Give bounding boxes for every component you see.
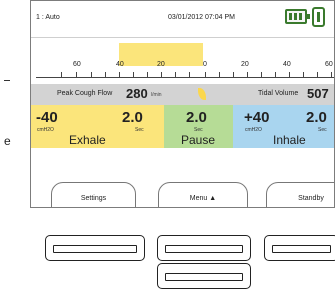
scale-tick	[331, 72, 332, 77]
flow-readout: Peak Cough Flow 280 l/min Tidal Volume 5…	[31, 84, 334, 105]
inhale-pressure: +40	[244, 109, 270, 126]
exhale-time-unit: Sec	[135, 127, 144, 133]
inhale-panel[interactable]: +40 cmH2O 2.0 Sec Inhale	[233, 105, 334, 148]
scale-tick	[317, 72, 318, 77]
hw-key-center-lower[interactable]	[157, 263, 251, 289]
inhale-time-unit: Sec	[318, 127, 327, 133]
ac-power-icon	[312, 7, 325, 27]
scale-tick	[119, 72, 120, 77]
scale-tick	[175, 72, 176, 77]
partial-label-top	[4, 80, 10, 84]
scale-label: 20	[157, 61, 165, 68]
inhale-time: 2.0	[306, 109, 327, 126]
pause-panel[interactable]: 2.0 Sec Pause	[164, 105, 233, 148]
scale-label: 40	[116, 61, 124, 68]
hw-key-right[interactable]	[264, 235, 335, 261]
scale-tick	[161, 72, 162, 77]
exhale-panel[interactable]: -40 cmH2O 2.0 Sec Exhale	[31, 105, 164, 148]
inhale-pressure-unit: cmH2O	[245, 127, 262, 133]
hw-key-center[interactable]	[157, 235, 251, 261]
scale-tick	[303, 72, 304, 77]
peak-cough-flow-label: Peak Cough Flow	[57, 90, 113, 97]
exhale-time: 2.0	[122, 109, 143, 126]
scale-tick	[105, 72, 106, 77]
battery-icon	[285, 9, 310, 24]
exhale-pressure: -40	[36, 109, 58, 126]
ventilator-screen: 1 : Auto 03/01/2012 07:04 PM 60 40 20 0 …	[30, 0, 335, 208]
scale-tick	[61, 72, 62, 77]
hw-key-left[interactable]	[45, 235, 145, 261]
scale-tick	[261, 72, 262, 77]
scale-label: 20	[241, 61, 249, 68]
exhale-label: Exhale	[69, 133, 106, 147]
scale-tick	[247, 72, 248, 77]
scale-tick	[133, 72, 134, 77]
scale-tick	[219, 72, 220, 77]
scale-tick	[233, 72, 234, 77]
scale-tick	[189, 72, 190, 77]
standby-button[interactable]: Standby	[266, 182, 334, 207]
pause-time: 2.0	[186, 109, 207, 126]
settings-button[interactable]: Settings	[51, 182, 136, 207]
pause-label: Pause	[181, 133, 216, 147]
menu-button[interactable]: Menu ▲	[158, 182, 248, 207]
scale-label: 60	[325, 61, 333, 68]
exhale-pressure-unit: cmH2O	[37, 127, 54, 133]
scale-tick	[275, 72, 276, 77]
partial-label-e: e	[4, 134, 11, 148]
tidal-volume-label: Tidal Volume	[258, 90, 299, 97]
flow-indicator-icon	[198, 88, 206, 100]
tidal-volume-value: 507	[307, 86, 329, 101]
peak-cough-flow-unit: l/min	[151, 92, 162, 98]
scale-tick	[289, 72, 290, 77]
inhale-label: Inhale	[273, 133, 306, 147]
scale-tick	[205, 72, 206, 77]
scale-label: 60	[73, 61, 81, 68]
scale-label: 0	[203, 61, 207, 68]
scale-tick	[147, 72, 148, 77]
scale-tick	[76, 72, 77, 77]
scale-label: 40	[283, 61, 291, 68]
peak-cough-flow-value: 280	[126, 86, 148, 101]
scale-tick	[91, 72, 92, 77]
scale-axis	[36, 77, 334, 78]
status-bar: 1 : Auto 03/01/2012 07:04 PM	[31, 1, 334, 38]
datetime: 03/01/2012 07:04 PM	[168, 14, 235, 21]
mode-indicator: 1 : Auto	[36, 14, 60, 21]
